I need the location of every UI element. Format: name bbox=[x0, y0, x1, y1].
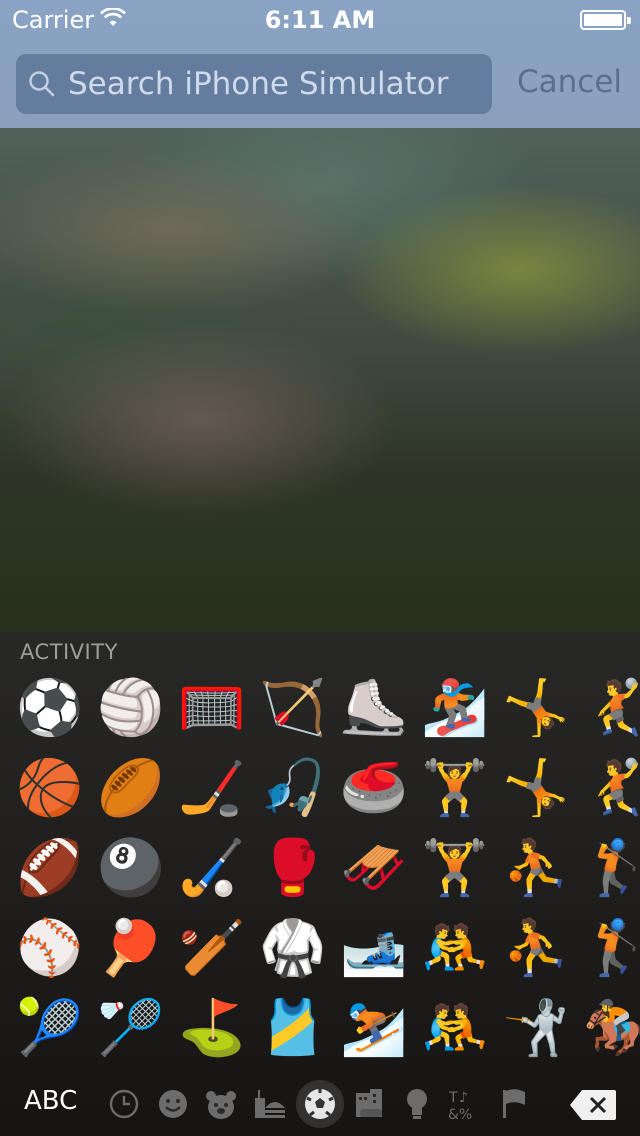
emoji-key[interactable]: 🥊 bbox=[253, 828, 333, 908]
emoji-key[interactable]: 🥋 bbox=[253, 908, 333, 988]
emoji-key[interactable]: 🤼 bbox=[415, 908, 495, 988]
emoji-key[interactable]: 🏀 bbox=[10, 748, 90, 828]
svg-text:&%: &% bbox=[448, 1107, 472, 1121]
emoji-key[interactable]: 🤾 bbox=[577, 748, 640, 828]
cancel-button[interactable]: Cancel bbox=[517, 64, 622, 100]
emoji-key[interactable]: 🏐 bbox=[91, 668, 171, 748]
smiley-icon[interactable] bbox=[149, 1080, 197, 1128]
emoji-key[interactable]: 🏑 bbox=[172, 828, 252, 908]
emoji-key[interactable]: 🤾 bbox=[577, 668, 640, 748]
emoji-key[interactable]: 🏋️ bbox=[415, 828, 495, 908]
search-input[interactable] bbox=[66, 54, 488, 114]
emoji-key[interactable]: ⛸️ bbox=[334, 668, 414, 748]
emoji-key[interactable]: 🎽 bbox=[253, 988, 333, 1068]
emoji-key[interactable]: 🏉 bbox=[91, 748, 171, 828]
emoji-key[interactable]: 🤸 bbox=[496, 748, 576, 828]
search-field[interactable] bbox=[16, 54, 492, 114]
keyboard-bottom-bar: ABC T ♪ &% bbox=[0, 1072, 640, 1136]
emoji-key[interactable]: ⛹️ bbox=[496, 828, 576, 908]
clock: 6:11 AM bbox=[264, 6, 376, 34]
travel-icon[interactable] bbox=[345, 1080, 393, 1128]
svg-text:T: T bbox=[448, 1090, 458, 1106]
emoji-key[interactable]: ⛷️ bbox=[334, 988, 414, 1068]
emoji-key[interactable]: ⛹️ bbox=[496, 908, 576, 988]
status-bar: Carrier 6:11 AM bbox=[0, 0, 640, 40]
abc-button[interactable]: ABC bbox=[24, 1086, 77, 1116]
emoji-key[interactable]: 🤼 bbox=[415, 988, 495, 1068]
emoji-key[interactable]: 🏹 bbox=[253, 668, 333, 748]
emoji-key[interactable]: 🎣 bbox=[253, 748, 333, 828]
search-icon bbox=[28, 70, 56, 102]
emoji-key[interactable]: ⚽ bbox=[10, 668, 90, 748]
emoji-key[interactable]: 🏒 bbox=[172, 748, 252, 828]
emoji-grid: ⚽ 🏐 🥅 🏹 ⛸️ 🏂 🤸 🤾 🏀 🏉 🏒 🎣 🥌 🏋️ 🤸 🤾 🏈 🎱 🏑 🥊 🛷 🏋️ ⛹️ 🏌️ ⚾ 🏓 🏏 🥋 🎿 🤼 ⛹️ 🏌️ 🎾… bbox=[0, 668, 640, 1068]
emoji-key[interactable]: 🤸 bbox=[496, 668, 576, 748]
emoji-key[interactable]: 🥌 bbox=[334, 748, 414, 828]
emoji-key[interactable]: 🏈 bbox=[10, 828, 90, 908]
emoji-keyboard: ACTIVITY ⚽ 🏐 🥅 🏹 ⛸️ 🏂 🤸 🤾 🏀 🏉 🏒 🎣 🥌 🏋️ 🤸 🤾 🏈 🎱 🏑 🥊 🛷 🏋️ ⛹️ 🏌️ ⚾ 🏓… bbox=[0, 632, 640, 1136]
emoji-key[interactable]: 🎱 bbox=[91, 828, 171, 908]
symbols-icon[interactable]: T ♪ &% bbox=[441, 1080, 489, 1128]
activity-icon[interactable] bbox=[296, 1080, 344, 1128]
svg-text:♪: ♪ bbox=[459, 1090, 468, 1106]
emoji-key[interactable]: 🤺 bbox=[496, 988, 576, 1068]
emoji-key[interactable]: 🏌️ bbox=[577, 908, 640, 988]
emoji-key[interactable]: 🏇 bbox=[577, 988, 640, 1068]
emoji-key[interactable]: 🥅 bbox=[172, 668, 252, 748]
emoji-key[interactable]: 🏋️ bbox=[415, 748, 495, 828]
emoji-key[interactable]: 🏌️ bbox=[577, 828, 640, 908]
emoji-key[interactable]: ⚾ bbox=[10, 908, 90, 988]
objects-icon[interactable] bbox=[393, 1080, 441, 1128]
food-icon[interactable] bbox=[246, 1080, 294, 1128]
section-title: ACTIVITY bbox=[20, 640, 118, 664]
emoji-key[interactable]: 🏓 bbox=[91, 908, 171, 988]
battery-icon bbox=[580, 10, 631, 30]
emoji-key[interactable]: 🏸 bbox=[91, 988, 171, 1068]
delete-button[interactable] bbox=[568, 1088, 618, 1126]
emoji-key[interactable]: ⛳ bbox=[172, 988, 252, 1068]
animal-icon[interactable] bbox=[197, 1080, 245, 1128]
search-header: Carrier 6:11 AM Cancel bbox=[0, 0, 640, 128]
emoji-key[interactable]: 🛷 bbox=[334, 828, 414, 908]
emoji-key[interactable]: 🎾 bbox=[10, 988, 90, 1068]
recent-icon[interactable] bbox=[100, 1080, 148, 1128]
emoji-key[interactable]: 🏂 bbox=[415, 668, 495, 748]
flags-icon[interactable] bbox=[490, 1080, 538, 1128]
emoji-key[interactable]: 🏏 bbox=[172, 908, 252, 988]
emoji-key[interactable]: 🎿 bbox=[334, 908, 414, 988]
